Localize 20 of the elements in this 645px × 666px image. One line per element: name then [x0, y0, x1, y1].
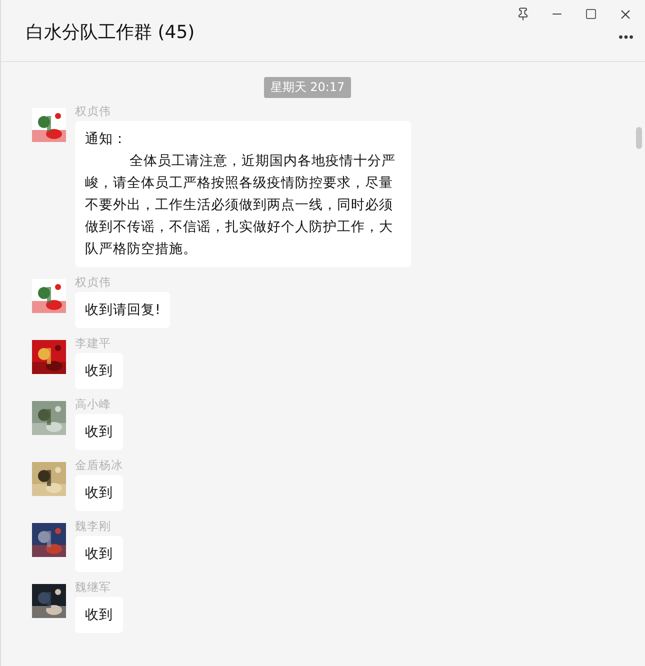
- message-bubble: 收到: [75, 597, 123, 633]
- message-bubble: 收到请回复!: [75, 292, 170, 328]
- message-bubble: 收到: [75, 475, 123, 511]
- sender-name: 金盾杨冰: [75, 458, 123, 474]
- message-bubble: 收到: [75, 414, 123, 450]
- scrollbar-thumb[interactable]: [636, 127, 642, 149]
- sender-name: 权贞伟: [75, 275, 112, 291]
- window-title: 白水分队工作群 (45): [26, 21, 195, 44]
- sender-name: 魏继军: [75, 580, 112, 596]
- sender-name: 权贞伟: [75, 104, 112, 120]
- maximize-icon[interactable]: [585, 8, 597, 20]
- sender-name: 高小峰: [75, 397, 112, 413]
- sender-name: 李建平: [75, 336, 112, 352]
- pin-icon[interactable]: [516, 7, 530, 21]
- message-text: 全体员工请注意，近期国内各地疫情十分严峻，请全体员工严格按照各级疫情防控要求，尽量不要外出，工作生活必须做到两点一线，同时必须做到不传谣，不信谣，扎实做好个人防护工作，大队严格防空措施。: [85, 152, 397, 259]
- message-bubble: 收到: [75, 353, 123, 389]
- timestamp: 星期天 20:17: [264, 77, 351, 98]
- sender-name: 魏李刚: [75, 519, 112, 535]
- message-heading: 通知：: [85, 130, 128, 149]
- message-bubble: 收到: [75, 536, 123, 572]
